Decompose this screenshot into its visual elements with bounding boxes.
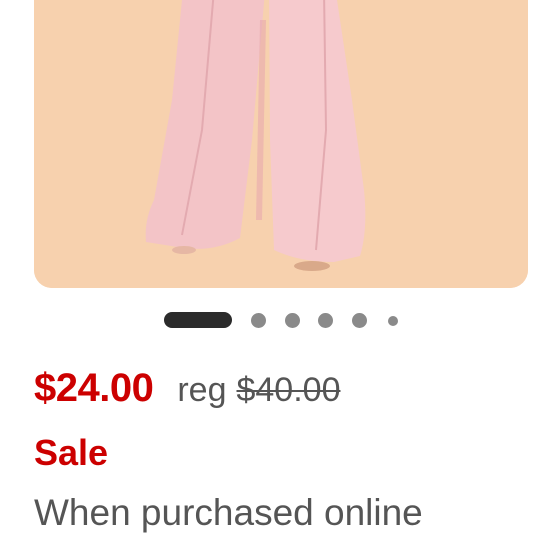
product-image[interactable]: [34, 0, 528, 288]
regular-price: $40.00: [236, 371, 341, 409]
trousers-illustration: [34, 0, 528, 288]
carousel-dot[interactable]: [251, 313, 266, 328]
carousel-dot[interactable]: [388, 316, 398, 326]
price-row: $24.00 reg $40.00: [34, 366, 340, 416]
sale-price: $24.00: [34, 366, 154, 410]
carousel-dot[interactable]: [285, 313, 300, 328]
carousel-indicator[interactable]: [0, 310, 560, 330]
regular-price-label: reg: [177, 371, 227, 409]
carousel-dot[interactable]: [318, 313, 333, 328]
purchase-note: When purchased online: [34, 492, 423, 533]
carousel-dot-active[interactable]: [164, 312, 232, 328]
carousel-dot[interactable]: [352, 313, 367, 328]
sale-label: Sale: [34, 432, 109, 473]
